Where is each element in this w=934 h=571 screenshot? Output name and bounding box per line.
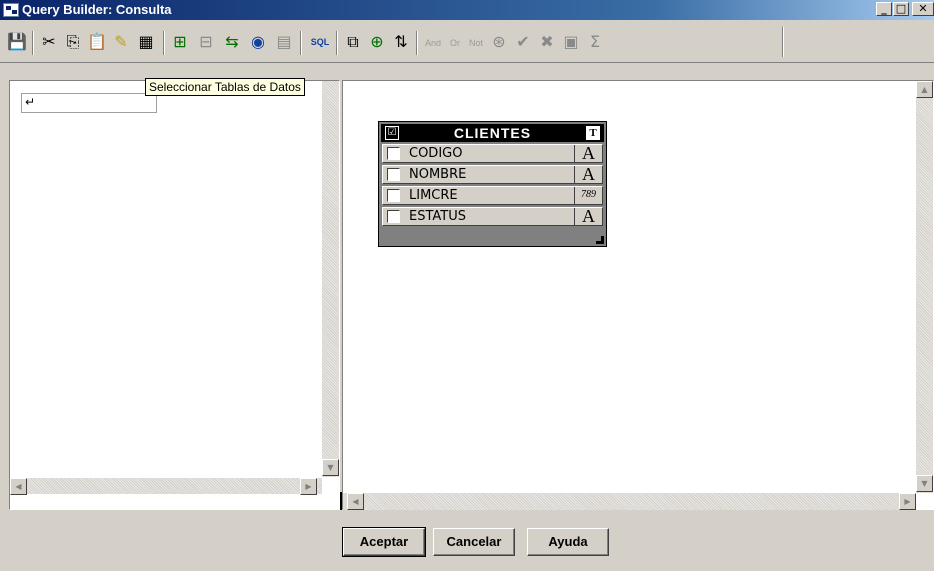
toolbar: 💾 ✂ ⎘ 📋 ✎ ▦ ⊞ ⊟ ⇆ ◉ ▤ SQL ⧉ ⊕ ⇅ And Or N…	[0, 21, 934, 63]
sort-icon[interactable]: ⇅	[390, 31, 412, 53]
right-vertical-scrollbar[interactable]: ▲ ▼	[916, 81, 933, 493]
table-type-button[interactable]: T	[586, 126, 600, 140]
scroll-left-button[interactable]: ◀	[347, 493, 364, 510]
right-horizontal-scrollbar[interactable]: ◀ ▶	[343, 493, 916, 510]
field-checkbox[interactable]	[387, 168, 400, 181]
toolbar-separator	[416, 31, 418, 55]
paste-icon[interactable]: 📋	[86, 31, 108, 53]
text-type-icon: A	[574, 207, 602, 225]
numeric-type-icon: 789	[574, 187, 602, 204]
toolbar-edge	[782, 27, 784, 57]
sql-icon[interactable]: SQL	[308, 31, 332, 53]
minimize-button[interactable]: _	[876, 2, 892, 16]
check-icon[interactable]: ✔	[512, 31, 534, 53]
field-name: CODIGO	[409, 146, 463, 161]
scroll-right-button[interactable]: ▶	[899, 493, 916, 510]
resize-grip-icon[interactable]	[596, 236, 604, 244]
and-or-icon[interactable]: ⊛	[488, 31, 510, 53]
not-icon[interactable]: Not	[466, 32, 486, 54]
accept-button[interactable]: Aceptar	[342, 527, 426, 557]
field-row-nombre[interactable]: NOMBRE A	[382, 165, 603, 184]
table-box-clientes[interactable]: ☑ CLIENTES T CODIGO A NOMBRE A LIMCRE 78…	[378, 121, 607, 247]
group-icon[interactable]: ▣	[560, 31, 582, 53]
field-name: ESTATUS	[409, 209, 466, 224]
table-name: CLIENTES	[453, 125, 532, 141]
criteria-pane[interactable]: ↵ ▼ ◀ ▶	[9, 80, 340, 510]
remove-table-icon[interactable]: ⊟	[194, 31, 218, 53]
scroll-up-button[interactable]: ▲	[916, 81, 933, 98]
text-type-icon: A	[574, 165, 602, 183]
grid-icon[interactable]: ▤	[272, 31, 296, 53]
window-title: Query Builder: Consulta	[22, 2, 172, 17]
clear-icon[interactable]: ✎	[110, 31, 132, 53]
app-icon	[3, 3, 19, 17]
close-button[interactable]: ✕	[912, 2, 934, 16]
field-checkbox[interactable]	[387, 147, 400, 160]
query-builder-window: Query Builder: Consulta _ □ ✕ 💾 ✂ ⎘ 📋 ✎ …	[0, 0, 934, 571]
help-button[interactable]: Ayuda	[527, 528, 609, 556]
join-icon[interactable]: ⇆	[220, 31, 244, 53]
title-bar[interactable]: Query Builder: Consulta _ □ ✕	[0, 0, 934, 20]
left-horizontal-scrollbar[interactable]: ◀ ▶	[10, 477, 322, 495]
field-name: LIMCRE	[409, 188, 458, 203]
text-type-icon: A	[574, 144, 602, 162]
tooltip: Seleccionar Tablas de Datos	[145, 78, 305, 96]
field-row-estatus[interactable]: ESTATUS A	[382, 207, 603, 226]
maximize-button[interactable]: □	[893, 2, 909, 16]
scroll-down-button[interactable]: ▼	[322, 459, 339, 476]
view-icon[interactable]: ◉	[246, 31, 270, 53]
add-expression-icon[interactable]: ⊕	[366, 31, 388, 53]
field-row-codigo[interactable]: CODIGO A	[382, 144, 603, 163]
field-name: NOMBRE	[409, 167, 467, 182]
tables-pane[interactable]: ☑ CLIENTES T CODIGO A NOMBRE A LIMCRE 78…	[342, 80, 934, 510]
save-icon[interactable]: 💾	[6, 31, 28, 53]
left-vertical-scrollbar[interactable]: ▼	[322, 81, 339, 477]
add-column-icon[interactable]: ⧉	[342, 31, 364, 53]
field-checkbox[interactable]	[387, 189, 400, 202]
field-row-limcre[interactable]: LIMCRE 789	[382, 186, 603, 205]
add-table-icon[interactable]: ⊞	[168, 31, 192, 53]
toolbar-separator	[163, 31, 165, 55]
select-grid-icon[interactable]: ▦	[134, 31, 158, 53]
cancel-button[interactable]: Cancelar	[433, 528, 515, 556]
table-header[interactable]: ☑ CLIENTES T	[381, 124, 604, 142]
toolbar-separator	[336, 31, 338, 55]
toolbar-separator	[32, 31, 34, 55]
copy-icon[interactable]: ⎘	[62, 31, 84, 53]
criteria-input[interactable]: ↵	[21, 93, 157, 113]
scroll-down-button[interactable]: ▼	[916, 475, 933, 492]
and-icon[interactable]: And	[422, 32, 444, 54]
toolbar-separator	[300, 31, 302, 55]
scroll-right-button[interactable]: ▶	[300, 478, 317, 495]
return-icon: ↵	[25, 95, 36, 109]
delete-icon[interactable]: ✖	[536, 31, 558, 53]
field-checkbox[interactable]	[387, 210, 400, 223]
scroll-left-button[interactable]: ◀	[10, 478, 27, 495]
or-icon[interactable]: Or	[446, 32, 464, 54]
sum-icon[interactable]: Σ	[584, 31, 606, 53]
cut-icon[interactable]: ✂	[38, 31, 60, 53]
